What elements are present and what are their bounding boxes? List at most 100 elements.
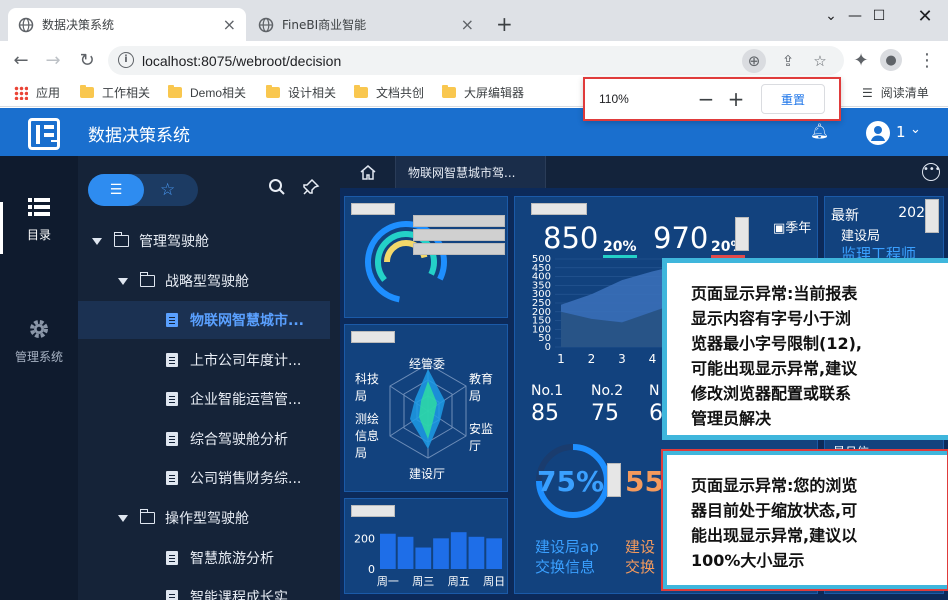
profile-icon[interactable]: ● [880,49,902,71]
folder-icon [80,85,94,98]
report-icon [166,392,178,406]
rail-item-catalog[interactable]: 目录 [0,198,78,243]
bar [468,536,485,569]
menu-icon[interactable]: ⋮ [914,47,940,73]
tree-report[interactable]: 上市公司年度计... [78,341,330,379]
chevron-down-icon[interactable]: ⌄ [910,122,921,137]
close-tab-icon[interactable]: × [223,15,236,34]
scrollbar[interactable] [351,331,395,343]
folder-icon [139,509,155,524]
close-tab-icon[interactable]: × [461,15,474,34]
rank-value: 75 [591,401,619,426]
bookmark-folder[interactable]: 设计相关 [266,84,336,101]
url-text: localhost:8075/webroot/decision [142,52,342,69]
tree-report[interactable]: 公司销售财务综... [78,459,330,497]
tree-report-selected[interactable]: 物联网智慧城市... [78,301,330,339]
y-tick-label: 200 [354,532,375,545]
bookmark-apps[interactable]: 应用 [14,84,60,101]
tree-folder-root[interactable]: 管理驾驶舱 [78,222,330,260]
list-icon: ☰ [109,182,123,198]
home-icon[interactable] [340,156,396,188]
scrollbar[interactable] [413,215,505,227]
favorites-star-icon[interactable]: ☆ [160,180,175,200]
rank-value: 6 [649,401,663,426]
bell-icon[interactable]: 🔔︎ [810,122,829,140]
browser-tab-inactive[interactable]: FineBI商业智能 × [248,8,484,41]
new-tab-icon[interactable]: + [496,12,513,36]
tree-report[interactable]: 智能课程成长实... [78,578,330,600]
gauge-value: 75% [537,465,605,498]
zoom-reset-button[interactable]: 重置 [761,84,825,114]
reload-icon[interactable]: ↻ [74,47,100,73]
zoom-in-button[interactable]: + [723,86,749,112]
bookmark-folder[interactable]: 工作相关 [80,84,150,101]
report-icon [166,551,178,565]
zoom-out-button[interactable]: − [693,86,719,112]
list-view-button[interactable]: ☰ [88,174,144,206]
tab-title: FineBI商业智能 [282,18,367,32]
forward-icon[interactable]: → [40,47,66,73]
search-icon[interactable] [268,178,286,201]
reading-list[interactable]: ☰ 阅读清单 [862,84,929,101]
bookmark-folder[interactable]: 大屏编辑器 [442,84,524,101]
radar-label: 科技局 [355,372,380,403]
bar [486,538,502,569]
tree-report[interactable]: 综合驾驶舱分析 [78,420,330,458]
list-icon [28,198,50,216]
user-label[interactable]: 1 [896,123,906,141]
content-tab[interactable]: 物联网智慧城市驾... [396,156,546,188]
app-title: 数据决策系统 [88,126,190,146]
bookmark-folder[interactable]: 文档共创 [354,84,424,101]
globe-icon [258,17,274,33]
zoom-icon[interactable]: ⊕ [742,49,766,73]
view-toggle: ☰ ☆ [88,174,198,206]
radar-label: 建设厅 [409,467,446,481]
rail-item-admin[interactable]: 管理系统 [0,318,78,365]
info-icon[interactable]: i [118,52,134,68]
scrollbar[interactable] [413,243,505,255]
close-window-icon[interactable]: ✕ [902,0,948,32]
app-logo [28,118,60,150]
share-icon[interactable]: ⇪ [776,49,800,73]
more-icon[interactable]: ••• [922,163,941,181]
avatar[interactable] [866,121,890,145]
rank-label: N [649,383,660,399]
bar-panel: 200 0 周一 周三 周五 周日 [344,498,508,594]
gauge-caption: 建设 交换 [625,538,656,576]
address-bar-row: ← → ↻ i localhost:8075/webroot/decision … [0,41,948,79]
scrollbar[interactable] [413,229,505,241]
star-icon[interactable]: ☆ [808,49,832,73]
folder-icon [354,85,368,98]
tree-folder[interactable]: 操作型驾驶舱 [78,499,330,537]
scrollbar[interactable] [351,505,395,517]
x-tick-label: 4 [649,352,657,366]
globe-icon [18,17,34,33]
x-tick-label: 周五 [448,575,470,588]
folder-icon [266,85,280,98]
tab-title: 数据决策系统 [42,18,115,32]
zoom-warning-text: 页面显示异常:您的浏览 器目前处于缩放状态,可 能出现显示异常,建议以 100%… [691,476,858,570]
unpin-icon[interactable] [302,178,320,200]
bar [433,538,449,569]
maximize-icon[interactable]: ☐ [856,0,902,32]
radar-chart [389,363,467,459]
scrollbar[interactable] [735,217,749,251]
tree-folder[interactable]: 战略型驾驶舱 [78,262,330,300]
tree-report[interactable]: 企业智能运营管... [78,380,330,418]
rank-label: No.1 [531,383,564,399]
report-icon [166,313,178,327]
browser-tab-active[interactable]: 数据决策系统 × [8,8,246,41]
scrollbar[interactable] [351,203,395,215]
report-icon [166,353,178,367]
omnibox[interactable]: i localhost:8075/webroot/decision ⊕ ⇪ ☆ [108,46,844,75]
tree-report[interactable]: 智慧旅游分析 [78,539,330,577]
bookmark-folder[interactable]: Demo相关 [168,84,246,101]
extensions-icon[interactable]: ✦ [848,47,874,73]
scrollbar[interactable] [925,199,939,233]
back-icon[interactable]: ← [8,47,34,73]
zoom-warning-dialog: 页面显示异常:您的浏览 器目前处于缩放状态,可 能出现显示异常,建议以 100%… [661,449,948,591]
report-icon [166,590,178,600]
ring-panel [344,196,508,318]
scrollbar[interactable] [531,203,587,215]
scrollbar[interactable] [607,463,621,497]
